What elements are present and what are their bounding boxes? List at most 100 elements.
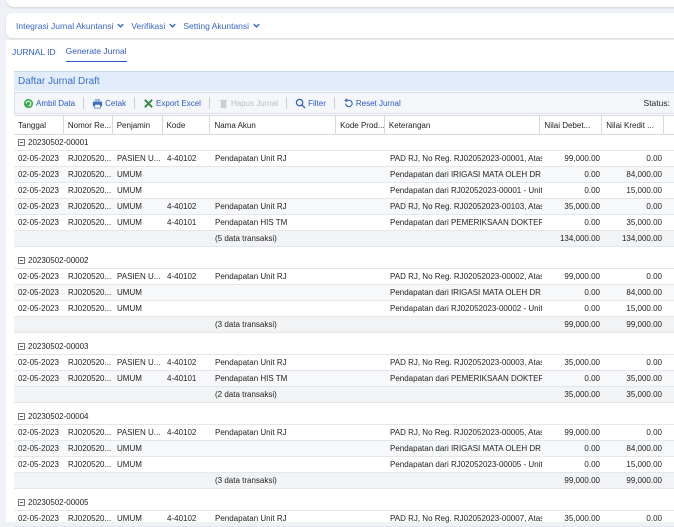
collapse-icon[interactable] [18, 139, 25, 146]
group-header[interactable]: 20230502-00001 [14, 135, 674, 151]
cell-nilai-debet: 99,000.00 [564, 428, 600, 437]
cell-kode [163, 301, 211, 316]
cell-tanggal: 02-05-2023 [18, 460, 59, 469]
cell-penjamin: UMUM [117, 304, 142, 313]
column-header[interactable]: Kode [163, 116, 211, 134]
cell-nomor-reg: RJ020520... [68, 170, 112, 179]
cetak-button[interactable]: Cetak [90, 98, 128, 109]
column-header[interactable]: Kode Prod... [336, 116, 385, 134]
cell-tanggal: 02-05-2023 [18, 202, 59, 211]
cell-kode-produk [337, 301, 386, 316]
table-row[interactable]: 02-05-2023 RJ020520... PASIEN U... 4-40102 P… [14, 269, 674, 285]
table-row[interactable]: 02-05-2023 RJ020520... PASIEN U... 4-40102 P… [14, 425, 674, 441]
summary-spacer [14, 317, 211, 332]
cell-nilai-debet: 0.00 [584, 460, 600, 469]
summary-count: (3 data transaksi) [215, 320, 277, 329]
cell-kode: 4-40102 [167, 154, 197, 163]
group-id: 20230502-00002 [28, 256, 89, 265]
column-header[interactable]: Keterangan [385, 116, 541, 134]
cell-nilai-kredit: 0.00 [646, 358, 662, 367]
cell-penjamin: UMUM [117, 202, 142, 211]
group-header[interactable]: 20230502-00003 [14, 339, 674, 355]
cell-kode: 4-40102 [167, 202, 197, 211]
cell-keterangan: PAD RJ, No Reg. RJ02052023-00005, Atas .… [390, 428, 542, 437]
cell-nilai-kredit: 84,000.00 [626, 444, 662, 453]
table-row[interactable]: 02-05-2023 RJ020520... PASIEN U... 4-40102 P… [14, 151, 674, 167]
table-row[interactable]: 02-05-2023 RJ020520... UMUM 4-40102 Pendapat… [14, 511, 674, 527]
collapse-icon[interactable] [18, 499, 25, 506]
reset-jurnal-button[interactable]: Reset Jurnal [341, 97, 403, 109]
cell-penjamin: UMUM [117, 460, 142, 469]
table-row[interactable]: 02-05-2023 RJ020520... UMUM 4-40102 Pendapat… [14, 199, 674, 215]
cell-kode-produk [337, 457, 386, 472]
column-header[interactable]: Tanggal [14, 116, 64, 134]
cell-penjamin: UMUM [117, 218, 142, 227]
summary-count: (2 data transaksi) [215, 390, 277, 399]
cell-kode: 4-40101 [167, 374, 197, 383]
cell-kode-produk [337, 183, 386, 198]
cell-tanggal: 02-05-2023 [18, 170, 59, 179]
cell-penjamin: UMUM [117, 288, 142, 297]
cell-nama-akun: Pendapatan Unit RJ [215, 428, 287, 437]
chevron-down-icon [253, 23, 260, 28]
column-header[interactable]: Nilai Kredit ... [602, 116, 665, 134]
cell-kode-produk [337, 371, 386, 386]
cell-kode: 4-40102 [167, 428, 197, 437]
grid-toolbar: Ambil Data Cetak Export Excel Hapus Jurn… [14, 92, 674, 114]
cell-keterangan: PAD RJ, No Reg. RJ02052023-00001, Atas .… [390, 154, 542, 163]
ambil-data-button[interactable]: Ambil Data [21, 98, 77, 109]
table-row[interactable]: 02-05-2023 RJ020520... UMUM Pendapatan dari… [14, 183, 674, 199]
table-row[interactable]: 02-05-2023 RJ020520... UMUM Pendapatan dari… [14, 301, 674, 317]
table-row[interactable]: 02-05-2023 RJ020520... UMUM 4-40101 Pendapat… [14, 371, 674, 387]
group-id: 20230502-00001 [28, 138, 89, 147]
cell-nilai-kredit: 15,000.00 [626, 304, 662, 313]
tab-generate-jurnal[interactable]: Generate Jurnal [65, 46, 127, 62]
top-card [6, 0, 674, 7]
menu-integrasi-jurnal[interactable]: Integrasi Jurnal Akuntansi [16, 21, 125, 31]
cell-kode: 4-40102 [167, 514, 197, 523]
cell-kode-produk [337, 425, 386, 440]
cell-penjamin: PASIEN U... [117, 428, 161, 437]
cell-nilai-debet: 35,000.00 [564, 202, 600, 211]
export-excel-button[interactable]: Export Excel [141, 98, 203, 109]
cell-kode-produk [337, 167, 386, 182]
filter-button[interactable]: Filter [293, 98, 328, 109]
status-indicator: Status: [644, 98, 674, 108]
menu-setting-akuntansi[interactable]: Setting Akuntansi [183, 21, 261, 31]
column-header[interactable]: Penjamin [113, 116, 163, 134]
button-label: Filter [308, 98, 326, 108]
column-header[interactable]: Nilai Debet... [540, 116, 603, 134]
table-row[interactable]: 02-05-2023 RJ020520... UMUM Pendapatan dari… [14, 167, 674, 183]
cell-nilai-debet: 0.00 [584, 186, 600, 195]
button-label: Reset Jurnal [355, 98, 401, 108]
menu-verifikasi[interactable]: Verifikasi [131, 21, 177, 31]
cell-nama-akun [211, 285, 337, 300]
cell-penjamin: PASIEN U... [117, 272, 161, 281]
cell-kode-produk [337, 355, 386, 370]
button-label: Cetak [105, 98, 127, 108]
group-header[interactable]: 20230502-00004 [14, 409, 674, 425]
cell-nilai-debet: 35,000.00 [564, 514, 600, 523]
search-icon [295, 98, 306, 109]
cell-keterangan: Pendapatan dari IRIGASI MATA OLEH DR S..… [390, 288, 542, 297]
table-row[interactable]: 02-05-2023 RJ020520... UMUM Pendapatan dari… [14, 441, 674, 457]
column-header[interactable]: Nama Akun [210, 116, 337, 134]
collapse-icon[interactable] [18, 343, 25, 350]
tab-jurnal-id[interactable]: JURNAL ID [12, 47, 56, 62]
collapse-icon[interactable] [18, 413, 25, 420]
group-header[interactable]: 20230502-00002 [14, 253, 674, 269]
hapus-jurnal-button[interactable]: Hapus Jurnal [216, 98, 280, 109]
table-row[interactable]: 02-05-2023 RJ020520... UMUM 4-40101 Pendapat… [14, 215, 674, 231]
table-row[interactable]: 02-05-2023 RJ020520... UMUM Pendapatan dari… [14, 285, 674, 301]
printer-icon [93, 98, 103, 108]
collapse-icon[interactable] [18, 257, 25, 264]
cell-nama-akun [211, 167, 337, 182]
toolbar-divider [286, 97, 288, 109]
cell-kode-produk [337, 151, 386, 166]
column-header[interactable]: Nomor Re... [64, 116, 113, 134]
cell-nomor-reg: RJ020520... [68, 444, 112, 453]
table-row[interactable]: 02-05-2023 RJ020520... UMUM Pendapatan dari… [14, 457, 674, 473]
table-row[interactable]: 02-05-2023 RJ020520... PASIEN U... 4-40102 P… [14, 355, 674, 371]
button-label: Export Excel [156, 98, 201, 108]
cell-nama-akun [211, 301, 337, 316]
